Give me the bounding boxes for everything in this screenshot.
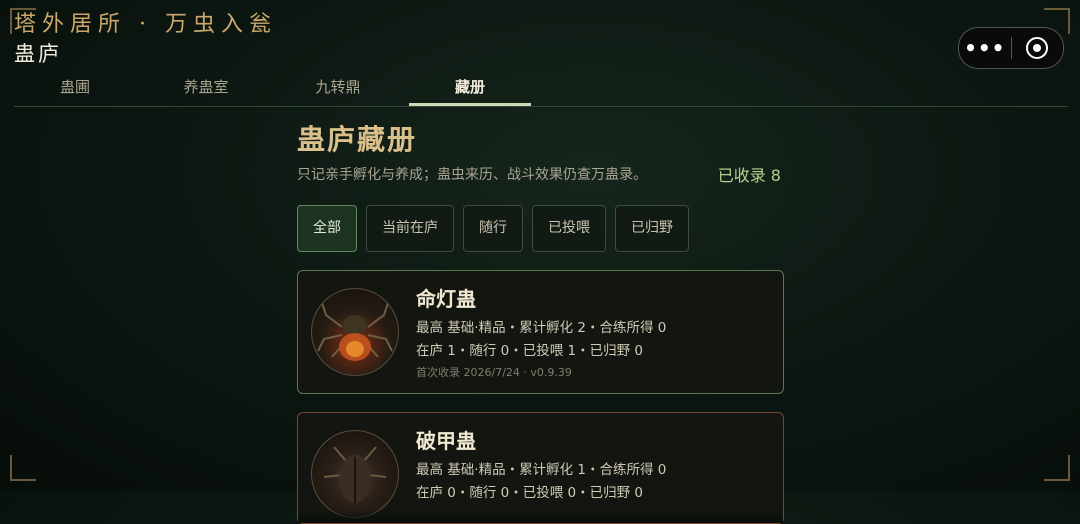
- tab-bar: 蛊圃 养蛊室 九转鼎 藏册: [14, 70, 1068, 107]
- frame-corner-bottom-right: [1044, 455, 1070, 481]
- spider-gu-icon: [317, 302, 393, 361]
- gu-status-line: 在庐 0・随行 0・已投喂 0・已归野 0: [416, 485, 644, 501]
- scroll-fade: [298, 509, 783, 523]
- gu-record-meta: 首次收录 2026/7/24 · v0.9.39: [416, 366, 572, 379]
- beetle-gu-icon: [323, 446, 387, 503]
- app-title: 塔外居所 · 万虫入瓮: [14, 12, 277, 37]
- filter-following[interactable]: 随行: [463, 205, 523, 252]
- page-description: 只记亲手孵化与养成；蛊虫来历、战斗效果仍查万蛊录。: [297, 167, 647, 183]
- target-dot: [1033, 44, 1042, 52]
- gu-status-line: 在庐 1・随行 0・已投喂 1・已归野 0: [416, 343, 644, 359]
- tab-collection[interactable]: 藏册: [409, 70, 531, 106]
- tab-nine-turn-cauldron[interactable]: 九转鼎: [277, 70, 399, 104]
- gu-card[interactable]: 命灯蛊 最高 基础·精品・累计孵化 2・合练所得 0 在庐 1・随行 0・已投喂…: [297, 270, 784, 394]
- filter-all[interactable]: 全部: [297, 205, 357, 252]
- gu-name: 破甲蛊: [416, 429, 476, 453]
- target-ring: [1026, 37, 1049, 59]
- tab-gu-garden[interactable]: 蛊圃: [14, 70, 136, 104]
- mini-program-capsule: •••: [958, 27, 1064, 69]
- gu-portrait-image: [311, 430, 399, 518]
- filter-in-lodge[interactable]: 当前在庐: [366, 205, 454, 252]
- filter-released[interactable]: 已归野: [615, 205, 689, 252]
- collection-panel: 蛊庐藏册 只记亲手孵化与养成；蛊虫来历、战斗效果仍查万蛊录。 已收录 8 全部 …: [297, 118, 784, 524]
- gu-portrait-image: [311, 288, 399, 376]
- filter-bar: 全部 当前在庐 随行 已投喂 已归野: [297, 205, 784, 252]
- collected-count: 已收录 8: [717, 166, 781, 185]
- more-dots-icon[interactable]: •••: [959, 36, 1011, 60]
- gu-name: 命灯蛊: [416, 287, 476, 311]
- page-title: 蛊庐藏册: [297, 123, 418, 156]
- target-icon[interactable]: [1011, 37, 1063, 59]
- tab-breeding-room[interactable]: 养蛊室: [145, 70, 267, 104]
- gu-stats-line: 最高 基础·精品・累计孵化 2・合练所得 0: [416, 320, 667, 336]
- page-sub-title: 蛊庐: [14, 42, 62, 66]
- gu-card[interactable]: 破甲蛊 最高 基础·精品・累计孵化 1・合练所得 0 在庐 0・随行 0・已投喂…: [297, 412, 784, 524]
- description-row: 只记亲手孵化与养成；蛊虫来历、战斗效果仍查万蛊录。 已收录 8: [297, 162, 784, 186]
- frame-corner-bottom-left: [10, 455, 36, 481]
- gu-stats-line: 最高 基础·精品・累计孵化 1・合练所得 0: [416, 462, 667, 478]
- filter-fed[interactable]: 已投喂: [532, 205, 606, 252]
